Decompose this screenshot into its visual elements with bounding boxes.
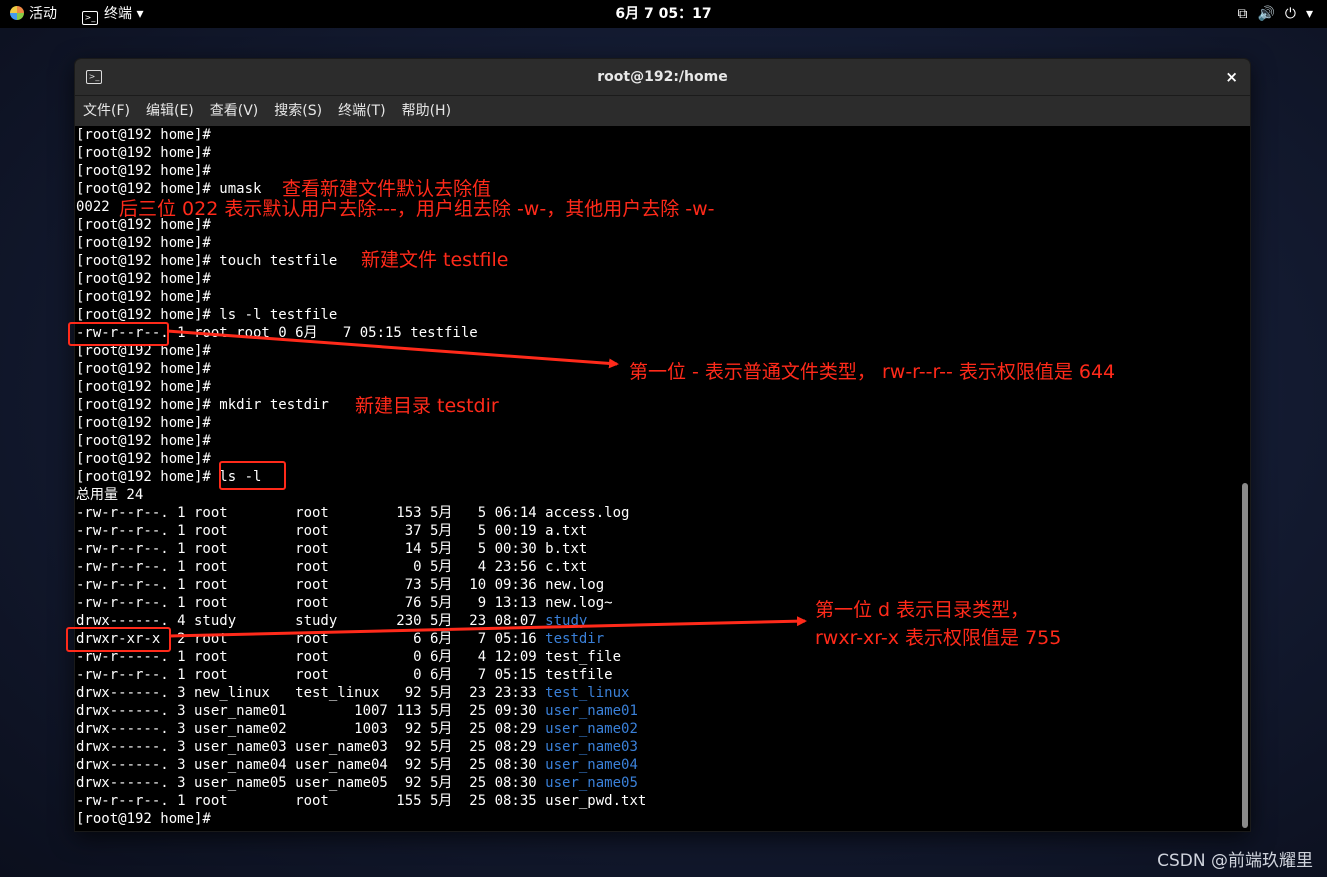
annotation-arrows xyxy=(166,329,807,638)
arrow-file-perm xyxy=(166,329,619,369)
arrow-dir-perm xyxy=(168,616,807,638)
watermark: CSDN @前端玖耀里 xyxy=(1157,851,1313,871)
